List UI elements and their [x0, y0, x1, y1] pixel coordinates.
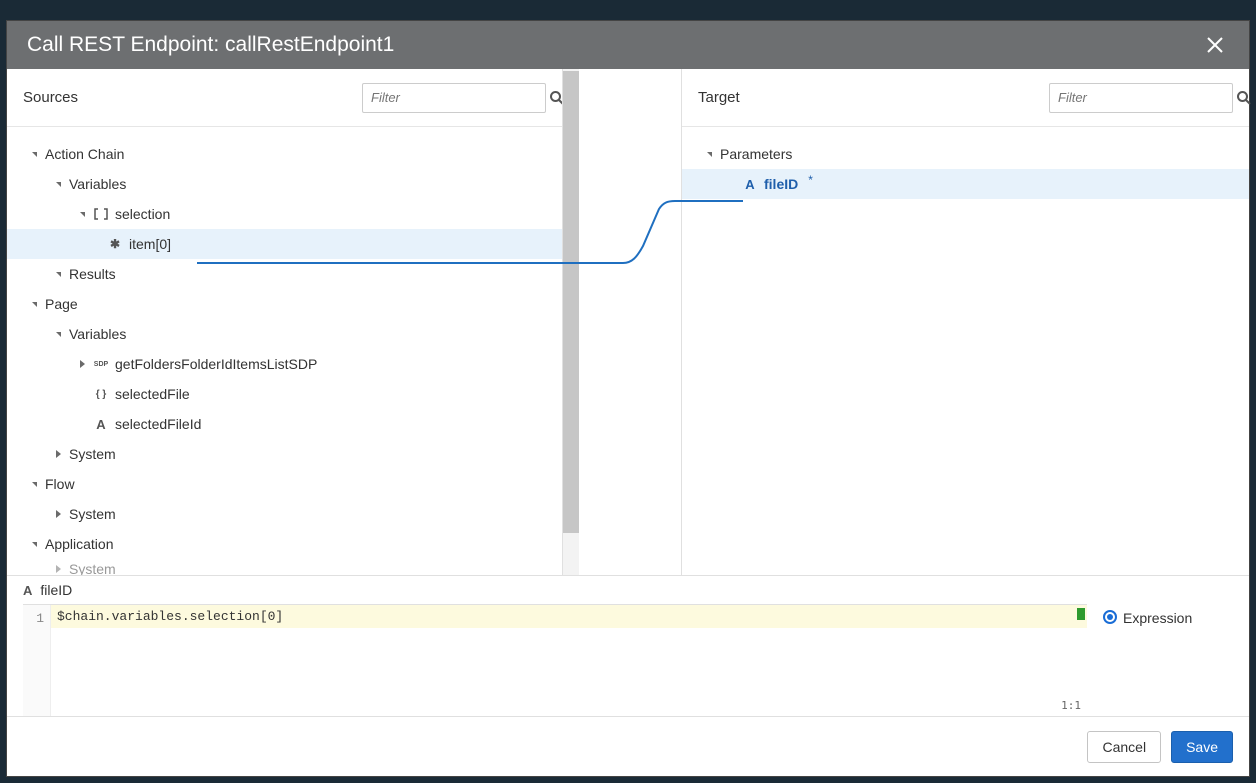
editor-mode: Expression [1103, 604, 1233, 716]
chevron-down-icon[interactable] [29, 539, 39, 549]
mapping-panels: Sources Action Chain Variables selection… [7, 69, 1249, 576]
sources-filter-input[interactable] [371, 90, 549, 105]
sources-panel: Sources Action Chain Variables selection… [7, 69, 562, 575]
tree-node-page[interactable]: Page [7, 289, 562, 319]
tree-label: System [69, 561, 116, 575]
sources-heading: Sources [23, 89, 362, 106]
dialog-call-rest-endpoint: Call REST Endpoint: callRestEndpoint1 So… [6, 20, 1250, 777]
code-editor[interactable]: 1 $chain.variables.selection[0] 1:1 [23, 604, 1087, 716]
string-icon [742, 177, 758, 191]
target-heading: Target [698, 89, 1049, 106]
tree-node-fileid[interactable]: fileID * [682, 169, 1249, 199]
tree-label: Application [45, 536, 114, 552]
chevron-down-icon[interactable] [77, 209, 87, 219]
sources-header: Sources [7, 69, 562, 127]
code-gutter: 1 [23, 605, 51, 716]
scrollbar-thumb[interactable] [563, 71, 579, 533]
tree-label: getFoldersFolderIdItemsListSDP [115, 356, 317, 372]
tree-label: System [69, 506, 116, 522]
editor-header: fileID [7, 576, 1249, 604]
titlebar: Call REST Endpoint: callRestEndpoint1 [7, 21, 1249, 69]
tree-label: selectedFileId [115, 416, 201, 432]
tree-node-item0[interactable]: item[0] [7, 229, 562, 259]
target-filter-input[interactable] [1058, 90, 1236, 105]
chevron-down-icon[interactable] [53, 179, 63, 189]
target-header: Target [682, 69, 1249, 127]
tree-node-selectedfileid[interactable]: selectedFileId [7, 409, 562, 439]
save-button[interactable]: Save [1171, 731, 1233, 763]
required-indicator: * [808, 173, 813, 187]
string-icon [93, 417, 109, 431]
chevron-down-icon[interactable] [53, 329, 63, 339]
expression-editor-area: fileID 1 $chain.variables.selection[0] 1… [7, 576, 1249, 716]
close-icon [1206, 36, 1224, 54]
tree-node-app-system[interactable]: System [7, 559, 562, 575]
expression-radio[interactable] [1103, 610, 1117, 624]
tree-label: fileID [764, 176, 798, 192]
tree-label: selection [115, 206, 170, 222]
editor-param-name: fileID [40, 582, 72, 598]
tree-label: System [69, 446, 116, 462]
scrollbar-track[interactable] [563, 69, 579, 575]
string-icon [23, 582, 32, 598]
tree-node-getfolders[interactable]: getFoldersFolderIdItemsListSDP [7, 349, 562, 379]
tree-label: Variables [69, 176, 126, 192]
code-content[interactable]: $chain.variables.selection[0] 1:1 [51, 605, 1087, 716]
chevron-down-icon[interactable] [29, 149, 39, 159]
tree-label: Flow [45, 476, 75, 492]
code-line-1[interactable]: $chain.variables.selection[0] [51, 605, 1087, 628]
tree-label: Action Chain [45, 146, 124, 162]
object-icon [93, 387, 109, 401]
search-icon [1236, 90, 1252, 106]
dialog-title: Call REST Endpoint: callRestEndpoint1 [27, 33, 1201, 57]
tree-node-page-variables[interactable]: Variables [7, 319, 562, 349]
radio-dot [1107, 614, 1113, 620]
chevron-right-icon[interactable] [53, 564, 63, 574]
tree-node-variables[interactable]: Variables [7, 169, 562, 199]
editor-body: 1 $chain.variables.selection[0] 1:1 Expr… [7, 604, 1249, 716]
tree-node-application[interactable]: Application [7, 529, 562, 559]
tree-label: Variables [69, 326, 126, 342]
tree-node-flow-system[interactable]: System [7, 499, 562, 529]
dialog-body: Sources Action Chain Variables selection… [7, 69, 1249, 776]
tree-label: Page [45, 296, 78, 312]
sdp-icon [93, 357, 109, 371]
tree-node-parameters[interactable]: Parameters [682, 139, 1249, 169]
chevron-down-icon[interactable] [29, 479, 39, 489]
tree-node-results[interactable]: Results [7, 259, 562, 289]
tree-label: Results [69, 266, 116, 282]
tree-label: selectedFile [115, 386, 190, 402]
code-marker [1077, 608, 1085, 620]
panels-divider [562, 69, 682, 575]
tree-node-selection[interactable]: selection [7, 199, 562, 229]
chevron-right-icon[interactable] [53, 449, 63, 459]
tree-node-flow[interactable]: Flow [7, 469, 562, 499]
chevron-down-icon[interactable] [53, 269, 63, 279]
tree-label: Parameters [720, 146, 792, 162]
dialog-footer: Cancel Save [7, 716, 1249, 776]
target-filter[interactable] [1049, 83, 1233, 113]
target-panel: Target Parameters fileID * [682, 69, 1249, 575]
chevron-down-icon[interactable] [704, 149, 714, 159]
tree-node-page-system[interactable]: System [7, 439, 562, 469]
target-tree[interactable]: Parameters fileID * [682, 127, 1249, 575]
chevron-right-icon[interactable] [53, 509, 63, 519]
expression-label: Expression [1123, 610, 1192, 626]
sources-filter[interactable] [362, 83, 546, 113]
array-icon [93, 207, 109, 221]
tree-label: item[0] [129, 236, 171, 252]
sources-tree[interactable]: Action Chain Variables selection item[0]… [7, 127, 562, 575]
cancel-button[interactable]: Cancel [1087, 731, 1161, 763]
line-number: 1 [23, 611, 44, 626]
any-type-icon [107, 237, 123, 251]
tree-node-action-chain[interactable]: Action Chain [7, 139, 562, 169]
close-button[interactable] [1201, 31, 1229, 59]
chevron-down-icon[interactable] [29, 299, 39, 309]
tree-node-selectedfile[interactable]: selectedFile [7, 379, 562, 409]
cursor-position: 1:1 [1061, 699, 1081, 712]
chevron-right-icon[interactable] [77, 359, 87, 369]
